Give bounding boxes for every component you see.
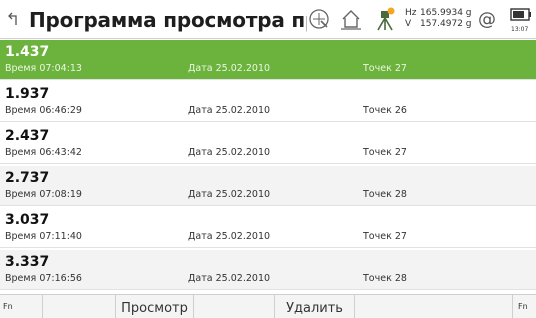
fn-label: Fn bbox=[3, 302, 13, 311]
at-icon[interactable]: @ bbox=[474, 6, 500, 32]
points-cell: Точек 27 bbox=[363, 147, 407, 159]
points-cell: Точек 27 bbox=[363, 231, 407, 243]
points-cell: Точек 28 bbox=[363, 189, 407, 201]
time-cell: Время 07:11:40 bbox=[5, 231, 82, 243]
time-cell: Время 06:43:42 bbox=[5, 147, 82, 159]
date-cell: Дата 25.02.2010 bbox=[188, 189, 270, 201]
v-label: V bbox=[405, 19, 412, 29]
points-value: 26 bbox=[394, 105, 407, 116]
time-value: 07:16:56 bbox=[39, 273, 82, 284]
fn-label: Fn bbox=[518, 302, 528, 311]
date-value: 25.02.2010 bbox=[215, 147, 271, 158]
back-icon[interactable] bbox=[4, 7, 26, 31]
time-label: Время bbox=[5, 63, 37, 74]
date-cell: Дата 25.02.2010 bbox=[188, 273, 270, 285]
date-label: Дата bbox=[188, 273, 213, 284]
points-value: 27 bbox=[394, 231, 407, 242]
fn-key-left[interactable]: Fn bbox=[0, 295, 43, 318]
softkey-bar: Fn Просмотр Удалить Fn bbox=[0, 294, 536, 318]
time-value: 06:46:29 bbox=[39, 105, 82, 116]
time-label: Время bbox=[5, 189, 37, 200]
time-label: Время bbox=[5, 231, 37, 242]
view-button-label: Просмотр bbox=[121, 301, 188, 316]
battery-time: 13:07 bbox=[511, 26, 529, 33]
date-label: Дата bbox=[188, 147, 213, 158]
time-value: 07:11:40 bbox=[39, 231, 82, 242]
time-label: Время bbox=[5, 105, 37, 116]
date-cell: Дата 25.02.2010 bbox=[188, 147, 270, 159]
date-value: 25.02.2010 bbox=[215, 231, 271, 242]
time-cell: Время 07:04:13 bbox=[5, 63, 82, 75]
points-value: 27 bbox=[394, 63, 407, 74]
scan-target-icon[interactable] bbox=[306, 6, 332, 32]
date-value: 25.02.2010 bbox=[215, 273, 271, 284]
date-cell: Дата 25.02.2010 bbox=[188, 231, 270, 243]
home-icon[interactable] bbox=[338, 6, 364, 32]
date-label: Дата bbox=[188, 105, 213, 116]
title-bar: Программа просмотра прос Hz165.9934 g V1… bbox=[0, 0, 536, 39]
hz-label: Hz bbox=[405, 8, 417, 18]
time-cell: Время 06:46:29 bbox=[5, 105, 82, 117]
list-item[interactable]: 2.437 Время 06:43:42 Дата 25.02.2010 Точ… bbox=[0, 124, 536, 164]
hz-value: 165.9934 g bbox=[420, 8, 472, 18]
item-number: 2.737 bbox=[5, 170, 50, 186]
date-value: 25.02.2010 bbox=[215, 189, 271, 200]
list-item[interactable]: 3.037 Время 07:11:40 Дата 25.02.2010 Точ… bbox=[0, 208, 536, 248]
item-number: 1.937 bbox=[5, 86, 50, 102]
v-value: 157.4972 g bbox=[420, 19, 472, 29]
list-item[interactable]: 2.737 Время 07:08:19 Дата 25.02.2010 Точ… bbox=[0, 166, 536, 206]
date-cell: Дата 25.02.2010 bbox=[188, 63, 270, 75]
time-value: 06:43:42 bbox=[39, 147, 82, 158]
time-label: Время bbox=[5, 273, 37, 284]
points-cell: Точек 28 bbox=[363, 273, 407, 285]
softkey-empty-3[interactable] bbox=[355, 295, 513, 318]
points-label: Точек bbox=[363, 147, 392, 158]
tripod-icon[interactable] bbox=[372, 6, 398, 32]
time-cell: Время 07:16:56 bbox=[5, 273, 82, 285]
time-value: 07:08:19 bbox=[39, 189, 82, 200]
time-label: Время bbox=[5, 147, 37, 158]
delete-button[interactable]: Удалить bbox=[275, 295, 355, 318]
points-label: Точек bbox=[363, 63, 392, 74]
time-cell: Время 07:08:19 bbox=[5, 189, 82, 201]
date-label: Дата bbox=[188, 231, 213, 242]
softkey-empty-2[interactable] bbox=[194, 295, 275, 318]
item-number: 1.437 bbox=[5, 44, 50, 60]
points-value: 28 bbox=[394, 273, 407, 284]
points-value: 27 bbox=[394, 147, 407, 158]
date-value: 25.02.2010 bbox=[215, 63, 271, 74]
item-number: 3.037 bbox=[5, 212, 50, 228]
points-label: Точек bbox=[363, 231, 392, 242]
points-cell: Точек 27 bbox=[363, 63, 407, 75]
date-label: Дата bbox=[188, 189, 213, 200]
points-label: Точек bbox=[363, 273, 392, 284]
points-label: Точек bbox=[363, 189, 392, 200]
item-number: 2.437 bbox=[5, 128, 50, 144]
list-item[interactable]: 1.937 Время 06:46:29 Дата 25.02.2010 Точ… bbox=[0, 82, 536, 122]
date-label: Дата bbox=[188, 63, 213, 74]
delete-button-label: Удалить bbox=[286, 301, 343, 316]
date-cell: Дата 25.02.2010 bbox=[188, 105, 270, 117]
fn-key-right[interactable]: Fn bbox=[513, 295, 536, 318]
job-list: 1.437 Время 07:04:13 Дата 25.02.2010 Точ… bbox=[0, 40, 536, 294]
points-cell: Точек 26 bbox=[363, 105, 407, 117]
points-value: 28 bbox=[394, 189, 407, 200]
list-item[interactable]: 3.337 Время 07:16:56 Дата 25.02.2010 Точ… bbox=[0, 250, 536, 290]
time-value: 07:04:13 bbox=[39, 63, 82, 74]
softkey-empty-1[interactable] bbox=[43, 295, 116, 318]
item-number: 3.337 bbox=[5, 254, 50, 270]
points-label: Точек bbox=[363, 105, 392, 116]
date-value: 25.02.2010 bbox=[215, 105, 271, 116]
page-title: Программа просмотра прос bbox=[29, 8, 307, 32]
list-item[interactable]: 1.437 Время 07:04:13 Дата 25.02.2010 Точ… bbox=[0, 40, 536, 80]
view-button[interactable]: Просмотр bbox=[116, 295, 194, 318]
